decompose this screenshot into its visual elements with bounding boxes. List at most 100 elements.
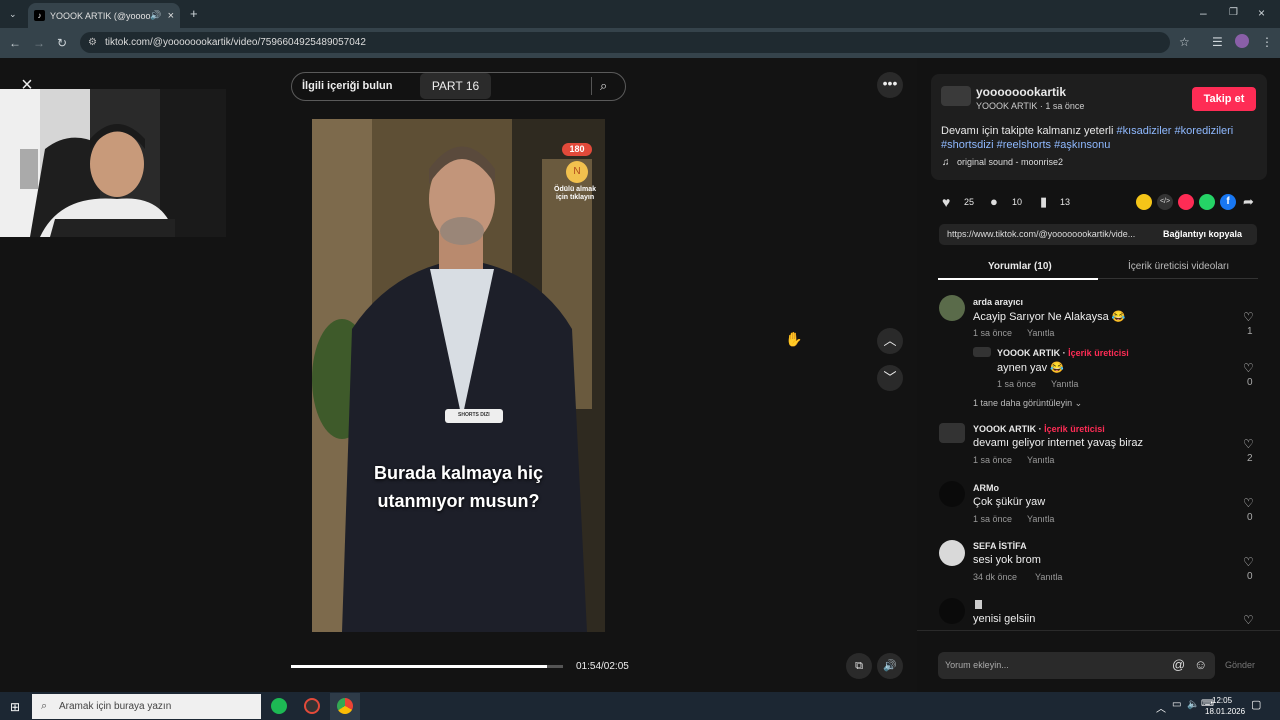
comment-user[interactable]: SEFA İSTİFA [973,541,1027,551]
profile-avatar[interactable] [1235,34,1249,48]
volume-icon[interactable]: 🔊 [877,653,903,679]
tab-comments[interactable]: Yorumlar (10) [988,261,1052,272]
comment-like-icon[interactable]: ♡ [1243,310,1254,324]
restore-icon[interactable]: ❐ [1229,6,1238,20]
more-options-icon[interactable]: ••• [877,72,903,98]
reward-text-2[interactable]: için tıklayın [556,194,594,201]
comment-avatar[interactable] [939,598,965,624]
emoji-icon[interactable]: ☺ [1194,657,1207,672]
floating-player-icon[interactable]: ⧉ [846,653,872,679]
comment-avatar[interactable] [939,540,965,566]
previous-video-button[interactable]: ︿ [877,328,903,354]
close-video-icon[interactable]: × [14,72,40,98]
back-icon[interactable]: ← [9,36,21,50]
reply-avatar[interactable] [973,347,991,357]
comment-icon[interactable]: ● [990,194,998,209]
comment-user-icon[interactable] [975,600,982,609]
comment-like-icon[interactable]: ♡ [1243,437,1254,451]
video-link[interactable]: https://www.tiktok.com/@yoooooookartik/v… [947,229,1135,239]
next-video-button[interactable]: ﹀ [877,365,903,391]
copy-link-button[interactable]: Bağlantıyı kopyala [1163,229,1242,239]
view-more-replies[interactable]: 1 tane daha görüntüleyin ⌄ [973,398,1082,409]
hashtag-3[interactable]: #shortsdizi [941,139,994,151]
reward-coin-icon[interactable]: N [566,161,588,183]
view-more-replies-label[interactable]: 1 tane daha görüntüleyin [973,398,1072,408]
comment-like-icon[interactable]: ♡ [1243,361,1254,375]
author-avatar[interactable] [941,86,971,106]
follow-button[interactable]: Takip et [1192,87,1256,111]
comment-like-icon[interactable]: ♡ [1243,496,1254,510]
notifications-icon[interactable]: ▢ [1251,698,1261,711]
minimize-icon[interactable]: – [1200,6,1207,20]
share-arrow-icon[interactable]: ➦ [1243,194,1254,210]
comment-user[interactable]: YOOOK ARTIK · İçerik üreticisi [973,424,1105,434]
forward-icon[interactable]: → [33,36,45,50]
mention-icon[interactable]: @ [1172,657,1185,672]
spotify-icon[interactable] [271,698,287,714]
tab-list-icon[interactable]: ⌄ [9,7,17,21]
reward-badge-count[interactable]: 180 [562,143,592,156]
reply-user[interactable]: YOOOK ARTIK · İçerik üreticisi [997,348,1129,358]
network-icon[interactable]: ▭ [1172,699,1181,710]
taskbar-search[interactable]: ⌕ Aramak için buraya yazın [32,694,261,719]
video-progress-bar[interactable] [291,665,563,668]
tab-creator-videos[interactable]: İçerik üreticisi videoları [1128,261,1229,272]
comment-avatar[interactable] [939,481,965,507]
address-bar[interactable]: ⚙ tiktok.com/@yoooooookartik/video/75966… [80,32,1170,53]
author-username[interactable]: yoooooookartik [976,85,1066,99]
windows-start-icon[interactable]: ⊞ [10,700,20,714]
close-tab-icon[interactable]: × [168,10,174,22]
speaker-icon[interactable]: 🔈 [1187,699,1199,710]
send-button[interactable]: Gönder [1225,660,1255,670]
video-watermark: SHORTS DIZI [458,412,490,418]
whatsapp-icon[interactable] [1199,194,1215,210]
clock-date[interactable]: 18.01.2026 [1205,707,1245,716]
like-heart-icon[interactable]: ♥ [942,194,950,210]
webcam-person-image [0,89,226,237]
reply-user-name[interactable]: YOOOK ARTIK [997,348,1060,358]
close-window-icon[interactable]: × [1258,6,1265,20]
bookmark-star-icon[interactable]: ☆ [1179,35,1190,49]
comment-user-name[interactable]: YOOOK ARTIK [973,424,1036,434]
repost-icon[interactable] [1136,194,1152,210]
hashtag-2[interactable]: #koredizileri [1175,125,1234,137]
reply-button[interactable]: Yanıtla [1027,328,1054,338]
obs-icon[interactable] [304,698,320,714]
site-info-icon[interactable]: ⚙ [88,32,97,53]
comment-user[interactable]: ARMo [973,483,999,493]
sound-name[interactable]: original sound - moonrise2 [957,157,1063,167]
audio-icon[interactable]: 🔊 [150,10,161,21]
embed-icon[interactable]: </> [1157,194,1173,210]
author-display-name[interactable]: YOOOK ARTIK · 1 sa önce [976,101,1084,111]
comment-like-icon[interactable]: ♡ [1243,555,1254,569]
comment-like-icon[interactable]: ♡ [1243,613,1254,627]
video-player[interactable]: 180 N Ödülü almak için tıklayın SHORTS D… [312,119,605,632]
facebook-icon[interactable]: f [1220,194,1236,210]
comment-avatar[interactable] [939,423,965,443]
comment-like-count: 0 [1247,512,1253,523]
comment-user[interactable]: arda arayıcı [973,297,1023,307]
reply-button[interactable]: Yanıtla [1035,572,1062,582]
send-friends-icon[interactable] [1178,194,1194,210]
hashtag-5[interactable]: #aşkınsonu [1054,139,1110,151]
search-icon[interactable]: ⌕ [600,78,607,94]
hashtag-4[interactable]: #reelshorts [997,139,1051,151]
search-query-chip[interactable]: PART 16 [420,73,491,99]
reload-icon[interactable]: ↻ [57,36,67,50]
menu-icon[interactable]: ⋮ [1261,35,1273,49]
reply-button[interactable]: Yanıtla [1051,379,1078,389]
bookmark-icon[interactable]: ▮ [1040,194,1047,210]
chrome-icon[interactable] [337,698,353,714]
browser-tab[interactable]: ♪ YOOOK ARTIK (@yooooooo 🔊 × [28,3,180,28]
comment-avatar[interactable] [939,295,965,321]
tab-search-icon[interactable]: ☰ [1212,35,1223,49]
hashtag-1[interactable]: #kısadiziler [1116,125,1171,137]
comment-time: 1 sa önce [973,455,1013,465]
reply-button[interactable]: Yanıtla [1027,455,1054,465]
reward-text-1[interactable]: Ödülü almak [554,186,596,193]
tray-chevron-icon[interactable]: ︿ [1156,700,1166,715]
new-tab-button[interactable]: + [190,7,198,21]
clock-time[interactable]: 12:05 [1212,696,1232,705]
comment-input[interactable]: Yorum ekleyin... @ ☺ [938,652,1215,679]
reply-button[interactable]: Yanıtla [1027,514,1054,524]
